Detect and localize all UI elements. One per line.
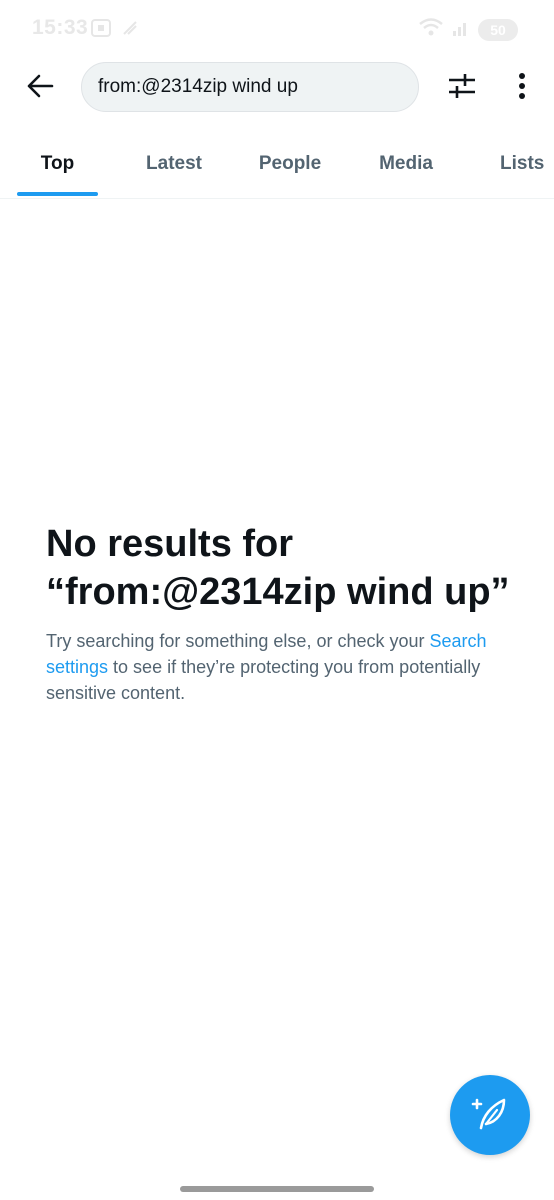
arrow-left-icon [26, 74, 54, 103]
empty-state-title: No results for “from:@2314zip wind up” [46, 523, 510, 613]
search-header: from:@2314zip wind up [0, 58, 554, 120]
empty-state-description: Try searching for something else, or che… [46, 628, 516, 706]
search-input[interactable]: from:@2314zip wind up [81, 62, 419, 112]
status-bar: 15:33 50 [0, 0, 554, 58]
tab-people[interactable]: People [248, 132, 332, 196]
tab-latest[interactable]: Latest [133, 132, 215, 196]
tab-media[interactable]: Media [366, 132, 446, 196]
wifi-icon [418, 17, 444, 42]
search-tabs: Top Latest People Media Lists [0, 132, 554, 199]
battery-level: 50 [490, 21, 506, 38]
compose-button[interactable] [450, 1075, 530, 1155]
more-vertical-icon [518, 72, 526, 105]
empty-state: No results for “from:@2314zip wind up” T… [46, 520, 516, 706]
feather-plus-icon [471, 1094, 509, 1137]
tab-label: People [258, 153, 322, 174]
screenshot-icon [90, 18, 112, 43]
tab-label: Latest [146, 153, 202, 174]
status-left-icons [90, 18, 140, 43]
back-button[interactable] [20, 68, 60, 108]
search-filter-button[interactable] [442, 68, 482, 108]
tab-top[interactable]: Top [17, 132, 98, 196]
tab-label: Top [40, 153, 75, 174]
more-options-button[interactable] [504, 68, 540, 108]
tab-label: Lists [500, 153, 545, 174]
cell-signal-icon [452, 17, 470, 42]
status-right: 50 [418, 17, 518, 42]
empty-desc-after: to see if they’re protecting you from po… [46, 657, 481, 703]
empty-desc-before: Try searching for something else, or che… [46, 631, 430, 651]
sliders-icon [447, 72, 477, 105]
signal-slash-icon [120, 18, 140, 43]
battery-indicator: 50 [478, 18, 518, 41]
active-tab-indicator [17, 192, 98, 196]
home-indicator [180, 1186, 374, 1192]
tab-lists[interactable]: Lists [490, 132, 554, 196]
status-time: 15:33 [32, 16, 89, 39]
search-query-text: from:@2314zip wind up [98, 76, 298, 97]
tab-label: Media [379, 153, 433, 174]
